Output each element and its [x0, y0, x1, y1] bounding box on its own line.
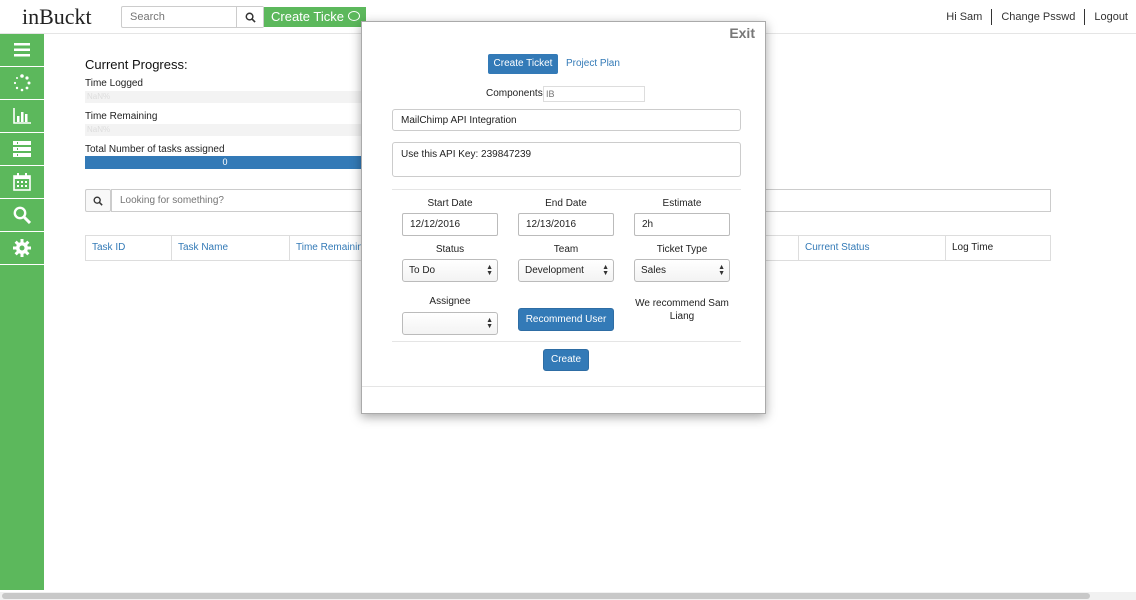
- time-logged-bar: NaN%: [85, 91, 365, 103]
- sidebar-item-list[interactable]: [0, 133, 44, 166]
- select-arrows-icon: ▲ ▼: [602, 264, 609, 277]
- tasks-assigned-value: 0: [222, 157, 228, 167]
- sidebar-item-search[interactable]: [0, 199, 44, 232]
- logout-link[interactable]: Logout: [1085, 9, 1128, 25]
- create-ticket-modal: Exit Create Ticket Project Plan Componen…: [361, 21, 766, 414]
- menu-icon: [14, 43, 30, 57]
- select-arrows-icon: ▲ ▼: [718, 264, 725, 277]
- estimate-label: Estimate: [662, 198, 702, 209]
- top-links: Hi Sam Change Psswd Logout: [937, 9, 1128, 25]
- end-date-label: End Date: [545, 198, 587, 209]
- ticket-type-select-value: Sales: [641, 265, 667, 276]
- exit-button[interactable]: Exit: [729, 25, 755, 41]
- recommendation-text: We recommend Sam Liang: [635, 298, 729, 322]
- top-search-button[interactable]: [236, 7, 263, 27]
- tab-project-plan[interactable]: Project Plan: [566, 54, 620, 74]
- chat-bubble-icon: [348, 11, 360, 21]
- current-progress-title: Current Progress:: [85, 57, 188, 72]
- end-date-field[interactable]: 12/13/2016: [518, 213, 614, 236]
- sidebar-item-settings[interactable]: [0, 232, 44, 265]
- greeting-link[interactable]: Hi Sam: [937, 9, 993, 25]
- ticket-description-input[interactable]: Use this API Key: 239847239: [392, 142, 741, 177]
- search-icon: [93, 196, 103, 206]
- sidebar-item-menu[interactable]: [0, 34, 44, 67]
- start-date-label: Start Date: [427, 198, 473, 209]
- ticket-title-input[interactable]: [392, 109, 741, 131]
- sidebar-item-calendar[interactable]: [0, 166, 44, 199]
- components-label: Components: [486, 88, 543, 99]
- horizontal-scrollbar[interactable]: [0, 592, 1136, 600]
- list-icon: [13, 141, 31, 157]
- create-ticket-top-label: Create Ticke: [271, 9, 344, 24]
- team-label: Team: [553, 244, 579, 255]
- assignee-label: Assignee: [429, 296, 471, 307]
- search-icon: [245, 12, 256, 23]
- gear-icon: [13, 239, 31, 257]
- column-current-status[interactable]: Current Status: [798, 236, 946, 260]
- time-remaining-value: NaN%: [87, 125, 111, 134]
- divider: [392, 341, 741, 342]
- team-select[interactable]: Development ▲ ▼: [518, 259, 614, 282]
- time-remaining-label: Time Remaining: [85, 111, 158, 122]
- ticket-type-select[interactable]: Sales ▲ ▼: [634, 259, 730, 282]
- column-task-id[interactable]: Task ID: [86, 236, 172, 260]
- start-date-field[interactable]: 12/12/2016: [402, 213, 498, 236]
- status-select-value: To Do: [409, 265, 436, 276]
- sidebar: [0, 34, 44, 590]
- search-icon: [13, 206, 31, 224]
- modal-footer-divider: [362, 386, 765, 387]
- divider: [392, 189, 741, 190]
- components-input[interactable]: [543, 86, 645, 102]
- estimate-field[interactable]: 2h: [634, 213, 730, 236]
- progress-icon: [13, 74, 31, 92]
- horizontal-scrollbar-thumb[interactable]: [2, 593, 1090, 599]
- change-password-link[interactable]: Change Psswd: [992, 9, 1086, 25]
- time-logged-label: Time Logged: [85, 78, 143, 89]
- team-select-value: Development: [525, 265, 584, 276]
- status-label: Status: [435, 244, 465, 255]
- calendar-icon: [13, 173, 31, 191]
- status-select[interactable]: To Do ▲ ▼: [402, 259, 498, 282]
- select-arrows-icon: ▲ ▼: [486, 317, 493, 330]
- tab-create-ticket[interactable]: Create Ticket: [488, 54, 558, 74]
- top-search: [121, 6, 264, 28]
- tasks-assigned-bar: 0: [85, 156, 365, 169]
- sidebar-item-chart[interactable]: [0, 100, 44, 133]
- ticket-type-label: Ticket Type: [656, 244, 708, 255]
- time-remaining-bar: NaN%: [85, 124, 365, 136]
- recommend-user-button[interactable]: Recommend User: [518, 308, 614, 331]
- column-task-name[interactable]: Task Name: [172, 236, 290, 260]
- app-logo[interactable]: inBuckt: [22, 4, 92, 30]
- chart-icon: [13, 108, 31, 124]
- column-log-time: Log Time: [952, 242, 994, 253]
- sidebar-item-progress[interactable]: [0, 67, 44, 100]
- create-button[interactable]: Create: [543, 349, 589, 371]
- time-logged-value: NaN%: [87, 92, 111, 101]
- select-arrows-icon: ▲ ▼: [486, 264, 493, 277]
- tasks-assigned-label: Total Number of tasks assigned: [85, 144, 225, 155]
- create-ticket-top-button[interactable]: Create Ticke: [264, 7, 366, 27]
- assignee-select[interactable]: ▲ ▼: [402, 312, 498, 335]
- main-search-button[interactable]: [85, 189, 111, 212]
- top-search-input[interactable]: [122, 7, 238, 27]
